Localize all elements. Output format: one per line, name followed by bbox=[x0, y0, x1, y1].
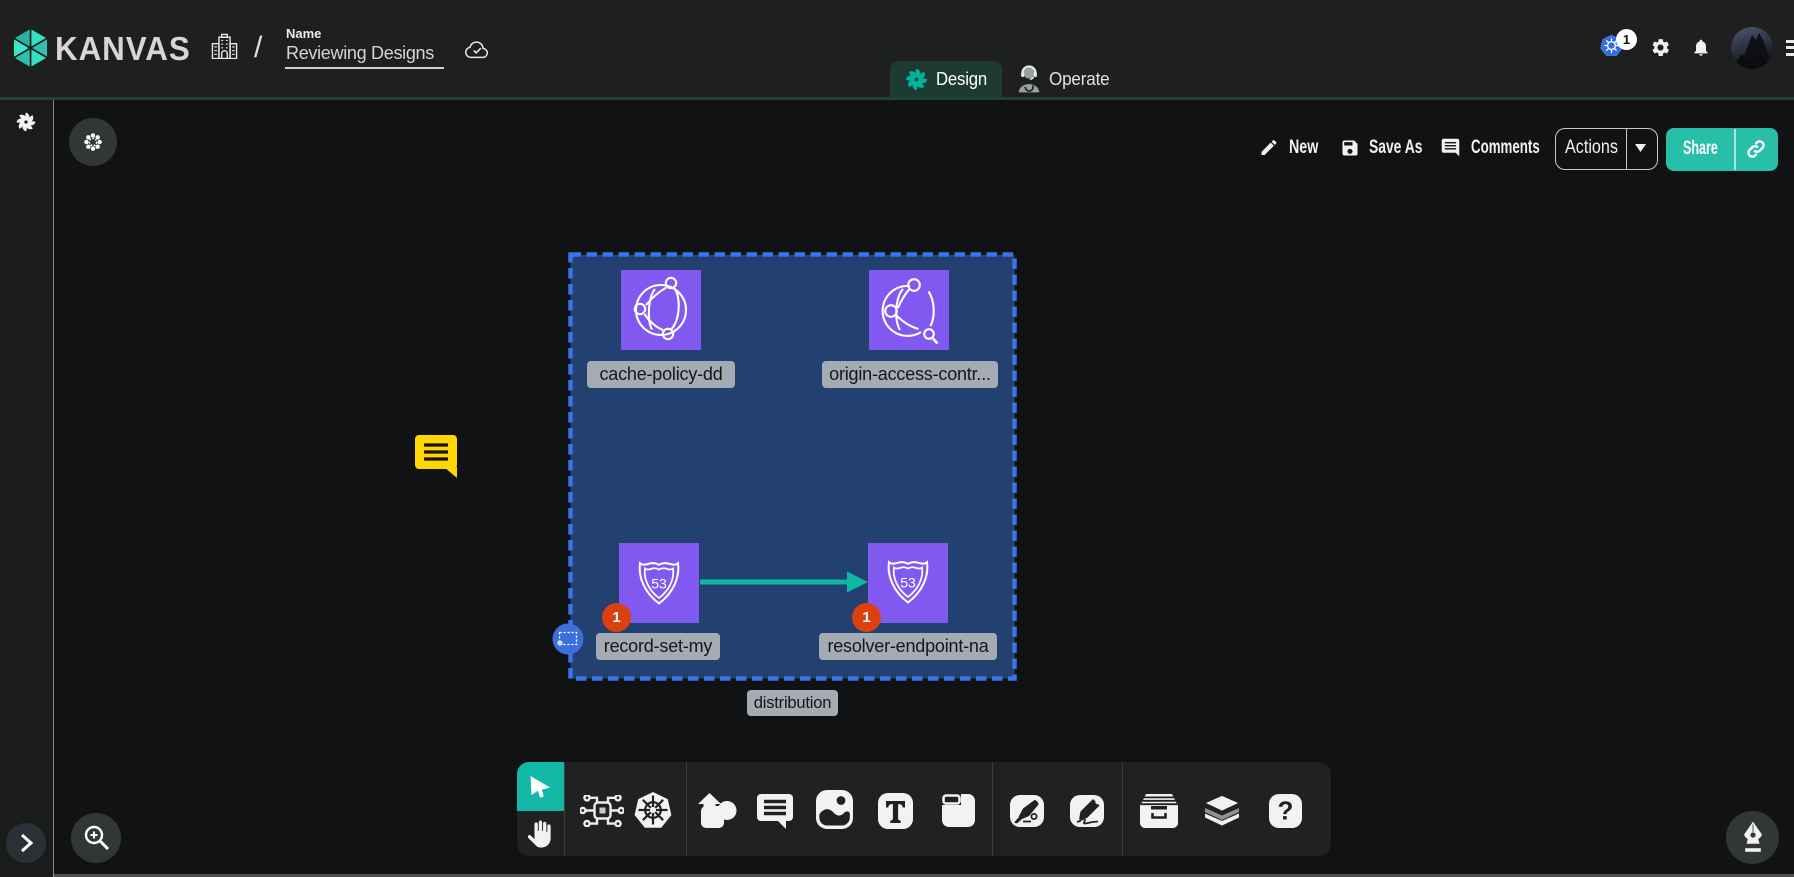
svg-text:53: 53 bbox=[900, 575, 916, 591]
svg-text:53: 53 bbox=[651, 576, 667, 592]
svg-text:?: ? bbox=[1278, 796, 1294, 826]
